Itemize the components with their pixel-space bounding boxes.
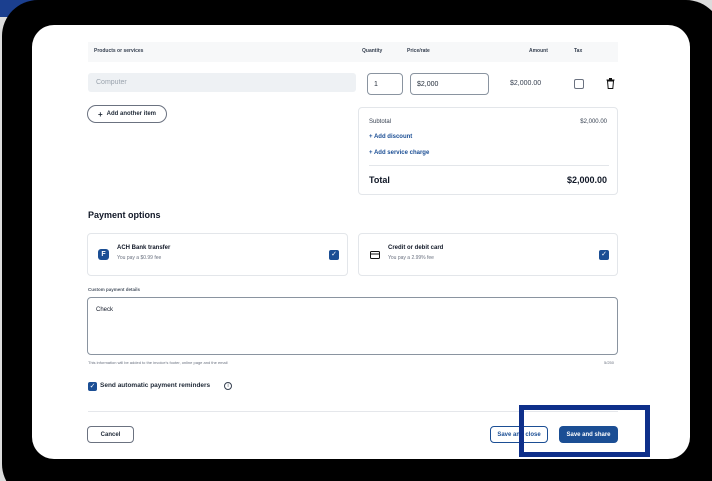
- header-price: Price/rate: [407, 48, 430, 54]
- card-fee: You pay a 2.99% fee: [388, 255, 434, 261]
- card-icon: [370, 251, 380, 259]
- add-service-charge-link[interactable]: + Add service charge: [369, 150, 429, 156]
- cancel-button[interactable]: Cancel: [87, 426, 134, 443]
- header-amount: Amount: [529, 48, 548, 54]
- ach-payment-card[interactable]: F ACH Bank transfer You pay a $0.99 fee …: [87, 233, 348, 276]
- header-products: Products or services: [94, 48, 144, 54]
- card-payment-card[interactable]: Credit or debit card You pay a 2.99% fee…: [358, 233, 618, 276]
- add-another-item-button[interactable]: + Add another item: [87, 105, 167, 123]
- summary-panel: Subtotal $2,000.00 + Add discount + Add …: [358, 107, 618, 195]
- add-item-label: Add another item: [106, 111, 156, 117]
- plus-icon: +: [97, 109, 103, 119]
- line-amount: $2,000.00: [510, 80, 542, 87]
- add-discount-label: Add discount: [373, 134, 413, 140]
- quantity-input[interactable]: 1: [367, 73, 403, 95]
- card-title: Credit or debit card: [388, 245, 444, 251]
- tax-checkbox[interactable]: [574, 79, 584, 89]
- header-quantity: Quantity: [362, 48, 383, 54]
- total-value: $2,000.00: [566, 175, 607, 185]
- add-service-charge-label: Add service charge: [373, 150, 430, 156]
- subtotal-value: $2,000.00: [580, 119, 607, 125]
- character-counter: 5/250: [604, 360, 615, 365]
- save-and-close-button[interactable]: Save and close: [490, 426, 548, 443]
- footer-divider: [88, 411, 618, 412]
- total-label: Total: [369, 175, 390, 185]
- info-icon[interactable]: i: [224, 382, 232, 390]
- custom-payment-textarea[interactable]: Check: [87, 297, 618, 355]
- custom-payment-helper: This information will be added to the in…: [88, 360, 228, 365]
- price-input[interactable]: $2,000: [410, 73, 489, 95]
- ach-checkbox[interactable]: ✓: [329, 250, 339, 260]
- add-discount-link[interactable]: + Add discount: [369, 134, 412, 140]
- invoice-screen: Products or services Quantity Price/rate…: [0, 0, 712, 481]
- summary-divider: [369, 165, 609, 166]
- card-checkbox[interactable]: ✓: [599, 250, 609, 260]
- reminders-checkbox[interactable]: ✓: [88, 382, 97, 391]
- custom-payment-label: Custom payment details: [88, 287, 141, 292]
- product-input[interactable]: Computer: [88, 73, 356, 92]
- reminders-label: Send automatic payment reminders: [100, 382, 211, 389]
- ach-title: ACH Bank transfer: [117, 245, 171, 251]
- header-tax: Tax: [574, 48, 583, 54]
- save-and-share-button[interactable]: Save and share: [559, 426, 618, 443]
- ach-fee: You pay a $0.99 fee: [117, 255, 162, 261]
- bank-logo-icon: F: [98, 249, 109, 260]
- trash-icon[interactable]: [606, 78, 615, 89]
- payment-options-title: Payment options: [88, 210, 161, 220]
- subtotal-label: Subtotal: [369, 119, 392, 125]
